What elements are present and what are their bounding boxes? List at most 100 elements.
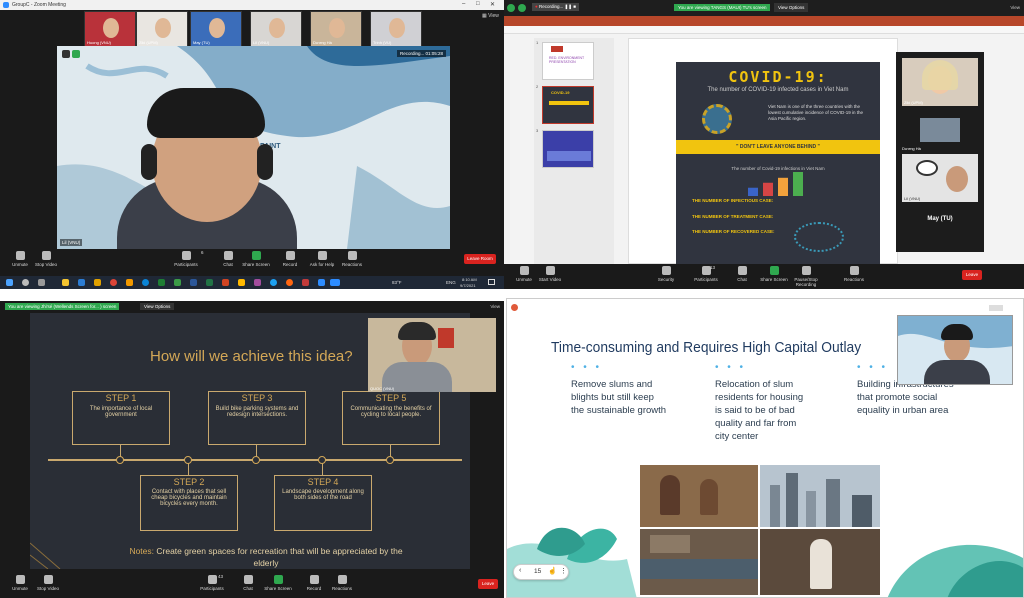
security-button[interactable]: Security [650, 266, 682, 282]
maximize-icon[interactable]: □ [476, 1, 480, 7]
participants-button[interactable]: Participants [170, 251, 202, 267]
slide-thumb-3[interactable] [542, 130, 594, 168]
step-heading: STEP 4 [307, 477, 339, 487]
share-banner-bar: ● Recording... ❚❚ ■ You are viewing TANG… [504, 0, 1024, 16]
store-icon[interactable] [78, 279, 85, 286]
slide-thumb-title: RED. ENVIRONMENT PRESENTATION [549, 56, 585, 64]
presenter-hair [941, 324, 973, 340]
microphone-icon [15, 251, 25, 260]
minimize-icon[interactable]: – [462, 1, 465, 7]
chat-button[interactable]: Chat [232, 575, 264, 591]
headphone-right [257, 144, 273, 180]
recording-icon [511, 304, 518, 311]
task-view-icon[interactable] [38, 279, 45, 286]
more-options-icon[interactable]: ⋮ [560, 567, 567, 575]
word-icon[interactable] [190, 279, 197, 286]
toolbar-label: Participants [200, 586, 224, 591]
record-icon [285, 251, 295, 260]
view-button[interactable]: View [1010, 5, 1020, 10]
search-icon[interactable] [22, 279, 29, 286]
shield-icon[interactable] [72, 50, 80, 58]
powerpoint-icon[interactable] [222, 279, 229, 286]
view-options-button[interactable]: View Options [140, 303, 175, 310]
hair [922, 60, 958, 90]
headphone-left [141, 144, 157, 180]
edge-icon[interactable] [142, 279, 149, 286]
participant-thumbnail[interactable]: Huong (VNU) [84, 11, 136, 47]
slide-thumb-1[interactable]: RED. ENVIRONMENT PRESENTATION [542, 42, 594, 80]
app-icon[interactable] [238, 279, 245, 286]
timeline-dot [318, 456, 326, 464]
toolbar-label: Reactions [331, 586, 352, 591]
app-icon[interactable] [270, 279, 277, 286]
toolbar-label: Ask for Help [309, 262, 335, 267]
app-icon[interactable] [254, 279, 261, 286]
participant-thumbnail[interactable]: Lil (VNU) [250, 11, 302, 47]
slide-thumb-title: COVID-19 [551, 90, 570, 95]
participant-name: Lil (VNU) [904, 196, 921, 201]
close-icon[interactable]: ✕ [490, 1, 495, 8]
presenter-video: QUOC (VNU) [368, 318, 496, 392]
reactions-button[interactable]: Reactions [326, 575, 358, 591]
file-explorer-icon[interactable] [62, 279, 69, 286]
app-icon[interactable] [126, 279, 133, 286]
reactions-button[interactable]: Reactions [336, 251, 368, 267]
ask-for-help-button[interactable]: Ask for Help [306, 251, 338, 267]
notifications-icon[interactable] [488, 279, 495, 285]
hand-cursor-icon[interactable]: ☝ [548, 567, 557, 575]
security-icon[interactable] [62, 50, 70, 58]
reactions-button[interactable]: Reactions [838, 266, 870, 282]
participants-button[interactable]: Participants [690, 266, 722, 282]
share-screen-button[interactable]: Share Screen [240, 251, 272, 267]
leave-room-button[interactable]: Leave Room [464, 254, 496, 264]
excel-icon[interactable] [158, 279, 165, 286]
participant-thumbnail[interactable]: Ziki (UPM) [136, 11, 188, 47]
powerpoint-icon[interactable] [302, 279, 309, 286]
step-heading: STEP 2 [173, 477, 205, 487]
folder-icon[interactable] [94, 279, 101, 286]
participants-count: 13 [710, 265, 716, 270]
view-button[interactable]: View [490, 304, 500, 309]
leave-button[interactable]: Leave [478, 579, 498, 589]
stop-video-button[interactable]: Stop Video [30, 251, 62, 267]
zoom-taskbar-icon[interactable] [330, 279, 340, 286]
toolbar-label: Participants [174, 262, 198, 267]
pause-stop-recording-button[interactable]: Pause/Stop Recording [790, 266, 822, 287]
record-button[interactable]: Record [274, 251, 306, 267]
chrome-icon[interactable] [110, 279, 117, 286]
photo-slum-roofs [640, 529, 758, 595]
windows-start-icon[interactable] [6, 279, 13, 286]
app-icon[interactable] [174, 279, 181, 286]
shield-icon[interactable] [507, 4, 515, 12]
excel-icon[interactable] [206, 279, 213, 286]
zoom-toolbar: Unmute Start Video Security Participants Cha… [504, 264, 1024, 289]
firefox-icon[interactable] [286, 279, 293, 286]
view-options-button[interactable]: View Options [774, 3, 809, 12]
share-screen-button[interactable]: Share Screen [262, 575, 294, 591]
participant-thumbnail[interactable]: Dương Hà [310, 11, 362, 47]
weather-temp: 83°F [392, 280, 402, 285]
participant-thumbnail[interactable]: Trinh (VU) [370, 11, 422, 47]
timeline-dot [116, 456, 124, 464]
notes-text: Create green spaces for recreation that … [154, 546, 403, 568]
view-button[interactable]: ▦ View [482, 13, 499, 19]
toolbar-label: Start Video [538, 277, 562, 282]
timeline-dot [252, 456, 260, 464]
prev-page-icon[interactable]: ‹ [519, 567, 521, 574]
stop-video-button[interactable]: Stop Video [32, 575, 64, 591]
participant-thumbnail[interactable]: May (TU) [190, 11, 242, 47]
view-button[interactable] [989, 305, 1003, 311]
photo-street-scene [760, 529, 880, 595]
participants-icon [181, 251, 191, 260]
security-icon[interactable] [518, 4, 526, 12]
participants-button[interactable]: Participants [196, 575, 228, 591]
zoom-taskbar-icon[interactable] [318, 279, 325, 286]
toolbar-label: Pause/Stop Recording [794, 277, 818, 287]
share-screen-button[interactable]: Share Screen [758, 266, 790, 282]
start-video-button[interactable]: Start Video [534, 266, 566, 282]
slide-thumb-2[interactable]: COVID-19 [542, 86, 594, 124]
leave-button[interactable]: Leave [962, 270, 982, 280]
chat-icon [223, 251, 233, 260]
chat-button[interactable]: Chat [726, 266, 758, 282]
active-speaker-video: D PAINT Recording... 01:05:28 Lil (VNU) [57, 46, 450, 249]
